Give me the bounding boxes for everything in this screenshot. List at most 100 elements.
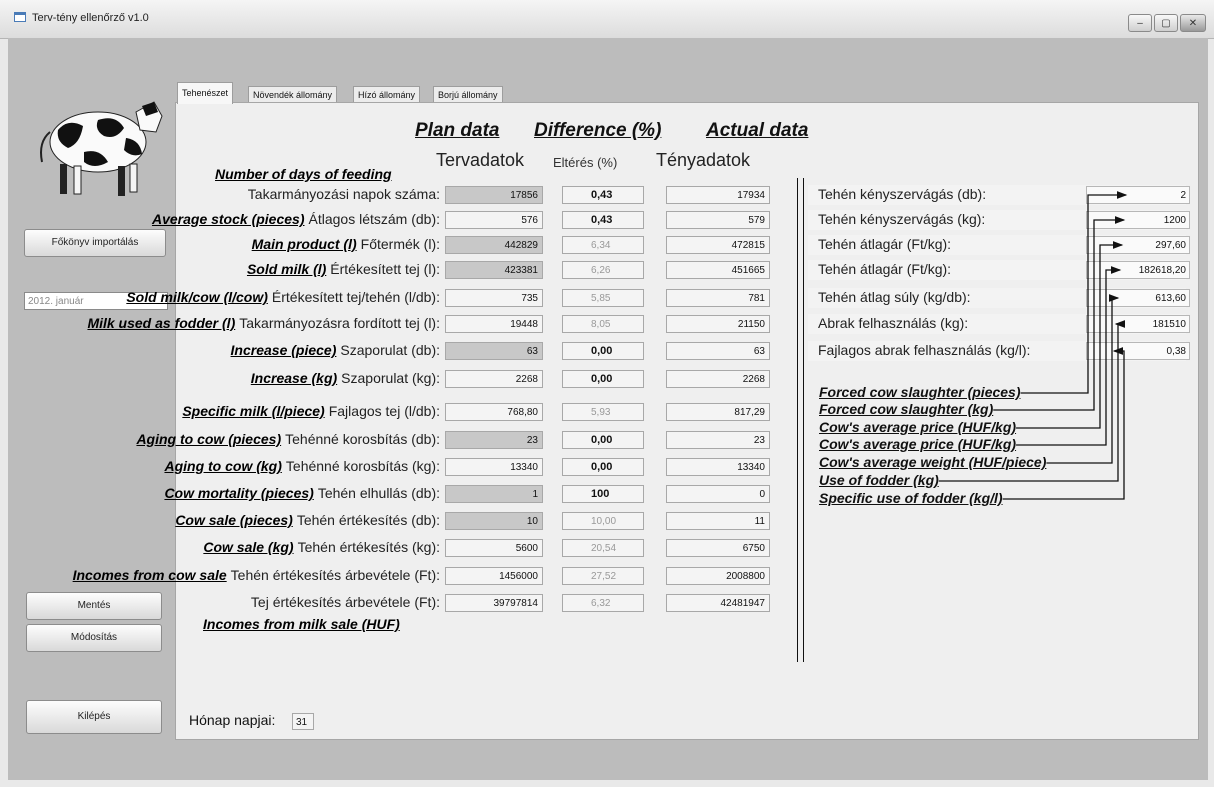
plan-value-field[interactable]: 1456000 [445, 567, 543, 585]
save-button[interactable]: Mentés [26, 592, 162, 620]
tab-borju[interactable]: Borjú állomány [433, 86, 503, 103]
extra-value-field[interactable]: 2 [1086, 186, 1190, 204]
actual-value-field[interactable]: 13340 [666, 458, 770, 476]
row-label: Értékesített tej/tehén (l/db): [271, 289, 440, 305]
actual-value-field[interactable]: 472815 [666, 236, 770, 254]
plan-value-field[interactable]: 423381 [445, 261, 543, 279]
actual-value-field[interactable]: 2268 [666, 370, 770, 388]
extra-value-field[interactable]: 297,60 [1086, 236, 1190, 254]
app-icon [14, 12, 26, 22]
row-label-en: Average stock (pieces) [151, 211, 305, 227]
difference-value-field[interactable]: 6,26 [562, 261, 644, 279]
row-label-en: Increase (kg) [250, 370, 338, 386]
plan-value-field[interactable]: 442829 [445, 236, 543, 254]
difference-value-field[interactable]: 27,52 [562, 567, 644, 585]
extra-row-label-en: Specific use of fodder (kg/l) [819, 490, 1003, 506]
actual-value-field[interactable]: 11 [666, 512, 770, 530]
extra-value-field[interactable]: 181510 [1086, 315, 1190, 333]
row-label: Értékesített tej (l): [330, 261, 440, 277]
plan-value-field[interactable]: 17856 [445, 186, 543, 204]
plan-value-field[interactable]: 13340 [445, 458, 543, 476]
row-label: Főtermék (l): [360, 236, 440, 252]
plan-value-field[interactable]: 576 [445, 211, 543, 229]
tab-novendek[interactable]: Növendék állomány [248, 86, 338, 103]
difference-value-field[interactable]: 0,43 [562, 186, 644, 204]
row-label: Tej értékesítés árbevétele (Ft): [250, 594, 440, 610]
row-label-en: Incomes from milk sale (HUF) [203, 616, 400, 632]
row-label-en: Sold milk/cow (l/cow) [126, 289, 268, 305]
plan-data-heading: Tervadatok [436, 150, 525, 170]
cow-logo [40, 101, 163, 196]
difference-value-field[interactable]: 0,00 [562, 431, 644, 449]
extra-row-label: Tehén átlag súly (kg/db): [818, 289, 971, 305]
month-days-field[interactable]: 31 [292, 713, 314, 730]
maximize-button[interactable]: ▢ [1154, 14, 1178, 32]
row-label: Tehénné korosbítás (kg): [285, 458, 440, 474]
actual-data-heading: Tényadatok [656, 150, 751, 170]
exit-button[interactable]: Kilépés [26, 700, 162, 734]
actual-value-field[interactable]: 63 [666, 342, 770, 360]
plan-data-heading-en: Plan data [415, 120, 500, 141]
actual-value-field[interactable]: 579 [666, 211, 770, 229]
actual-value-field[interactable]: 817,29 [666, 403, 770, 421]
difference-value-field[interactable]: 8,05 [562, 315, 644, 333]
actual-value-field[interactable]: 781 [666, 289, 770, 307]
plan-value-field[interactable]: 735 [445, 289, 543, 307]
tab-tehenszet[interactable]: Tehenészet [177, 82, 234, 104]
plan-value-field[interactable]: 23 [445, 431, 543, 449]
difference-value-field[interactable]: 5,93 [562, 403, 644, 421]
plan-value-field[interactable]: 5600 [445, 539, 543, 557]
extra-row-label: Tehén kényszervágás (kg): [818, 211, 986, 227]
difference-value-field[interactable]: 6,34 [562, 236, 644, 254]
difference-value-field[interactable]: 10,00 [562, 512, 644, 530]
import-ledger-button[interactable]: Főkönyv importálás [24, 229, 166, 257]
row-label-en: Increase (piece) [230, 342, 337, 358]
minimize-button[interactable]: – [1128, 14, 1152, 32]
extra-value-field[interactable]: 0,38 [1086, 342, 1190, 360]
actual-value-field[interactable]: 0 [666, 485, 770, 503]
plan-value-field[interactable]: 10 [445, 512, 543, 530]
difference-value-field[interactable]: 6,32 [562, 594, 644, 612]
plan-value-field[interactable]: 2268 [445, 370, 543, 388]
plan-value-field[interactable]: 63 [445, 342, 543, 360]
difference-value-field[interactable]: 0,00 [562, 458, 644, 476]
plan-value-field[interactable]: 19448 [445, 315, 543, 333]
plan-value-field[interactable]: 39797814 [445, 594, 543, 612]
row-label-en: Main product (l) [251, 236, 357, 252]
tab-hizo[interactable]: Hízó állomány [353, 86, 421, 103]
row-label: Szaporulat (db): [340, 342, 440, 358]
actual-value-field[interactable]: 23 [666, 431, 770, 449]
actual-value-field[interactable]: 42481947 [666, 594, 770, 612]
difference-value-field[interactable]: 20,54 [562, 539, 644, 557]
window-title: Terv-tény ellenőrző v1.0 [32, 12, 149, 24]
extra-row-label: Tehén átlagár (Ft/kg): [818, 261, 952, 277]
extra-row-label: Tehén átlagár (Ft/kg): [818, 236, 952, 252]
difference-heading: Eltérés (%) [553, 155, 618, 170]
extra-row-label-en: Cow's average price (HUF/kg) [819, 436, 1017, 452]
row-label-en: Cow sale (pieces) [175, 512, 293, 528]
modify-button[interactable]: Módosítás [26, 624, 162, 652]
extra-value-field[interactable]: 613,60 [1086, 289, 1190, 307]
row-label: Átlagos létszám (db): [308, 211, 441, 227]
difference-value-field[interactable]: 0,00 [562, 370, 644, 388]
plan-value-field[interactable]: 768,80 [445, 403, 543, 421]
close-button[interactable]: ✕ [1180, 14, 1206, 32]
separator-line [797, 178, 798, 662]
extra-value-field[interactable]: 182618,20 [1086, 261, 1190, 279]
difference-value-field[interactable]: 100 [562, 485, 644, 503]
actual-value-field[interactable]: 17934 [666, 186, 770, 204]
row-label-en: Cow sale (kg) [203, 539, 294, 555]
actual-value-field[interactable]: 6750 [666, 539, 770, 557]
actual-value-field[interactable]: 21150 [666, 315, 770, 333]
difference-value-field[interactable]: 0,00 [562, 342, 644, 360]
difference-value-field[interactable]: 5,85 [562, 289, 644, 307]
extra-row-label-en: Cow's average weight (HUF/piece) [819, 454, 1047, 470]
plan-value-field[interactable]: 1 [445, 485, 543, 503]
difference-value-field[interactable]: 0,43 [562, 211, 644, 229]
extra-row-label-en: Forced cow slaughter (pieces) [819, 384, 1021, 400]
row-label: Szaporulat (kg): [341, 370, 440, 386]
actual-value-field[interactable]: 451665 [666, 261, 770, 279]
extra-value-field[interactable]: 1200 [1086, 211, 1190, 229]
extra-row-label-en: Forced cow slaughter (kg) [819, 401, 994, 417]
actual-value-field[interactable]: 2008800 [666, 567, 770, 585]
